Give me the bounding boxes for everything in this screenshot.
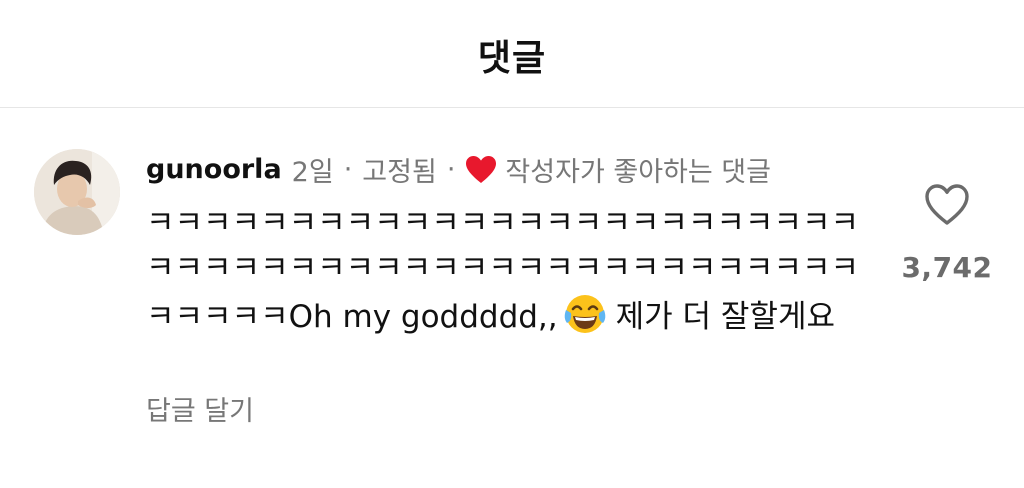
comment-time: 2일 bbox=[291, 156, 334, 188]
avatar-image bbox=[34, 149, 120, 235]
avatar[interactable] bbox=[34, 149, 120, 235]
reply-button[interactable]: 답글 달기 bbox=[146, 389, 254, 428]
heart-outline-icon[interactable] bbox=[924, 183, 970, 227]
separator-dot: · bbox=[343, 153, 353, 185]
like-count: 3,742 bbox=[901, 251, 993, 284]
author-liked-label: 작성자가 좋아하는 댓글 bbox=[505, 156, 771, 188]
comment-text: ㅋㅋㅋㅋㅋㅋㅋㅋㅋㅋㅋㅋㅋㅋㅋㅋㅋㅋㅋㅋㅋㅋㅋㅋㅋㅋㅋㅋㅋㅋㅋㅋㅋㅋㅋㅋㅋㅋㅋㅋ… bbox=[146, 201, 876, 340]
separator-dot: · bbox=[446, 153, 456, 185]
comments-header: 댓글 bbox=[0, 0, 1024, 108]
comment-meta: gunoorla 2일 · 고정됨 · 작성자가 좋아하는 댓글 bbox=[146, 149, 771, 189]
tears-of-joy-emoji bbox=[562, 291, 608, 337]
comment-text-part2: 제가 더 잘할게요 bbox=[615, 299, 835, 335]
filled-heart-icon bbox=[465, 155, 497, 184]
pinned-label: 고정됨 bbox=[362, 156, 437, 188]
username[interactable]: gunoorla bbox=[146, 154, 282, 185]
page-title: 댓글 bbox=[477, 37, 547, 79]
comment-item: gunoorla 2일 · 고정됨 · 작성자가 좋아하는 댓글 ㅋㅋㅋㅋㅋㅋㅋ… bbox=[0, 109, 1024, 488]
like-section: 3,742 bbox=[900, 183, 994, 284]
